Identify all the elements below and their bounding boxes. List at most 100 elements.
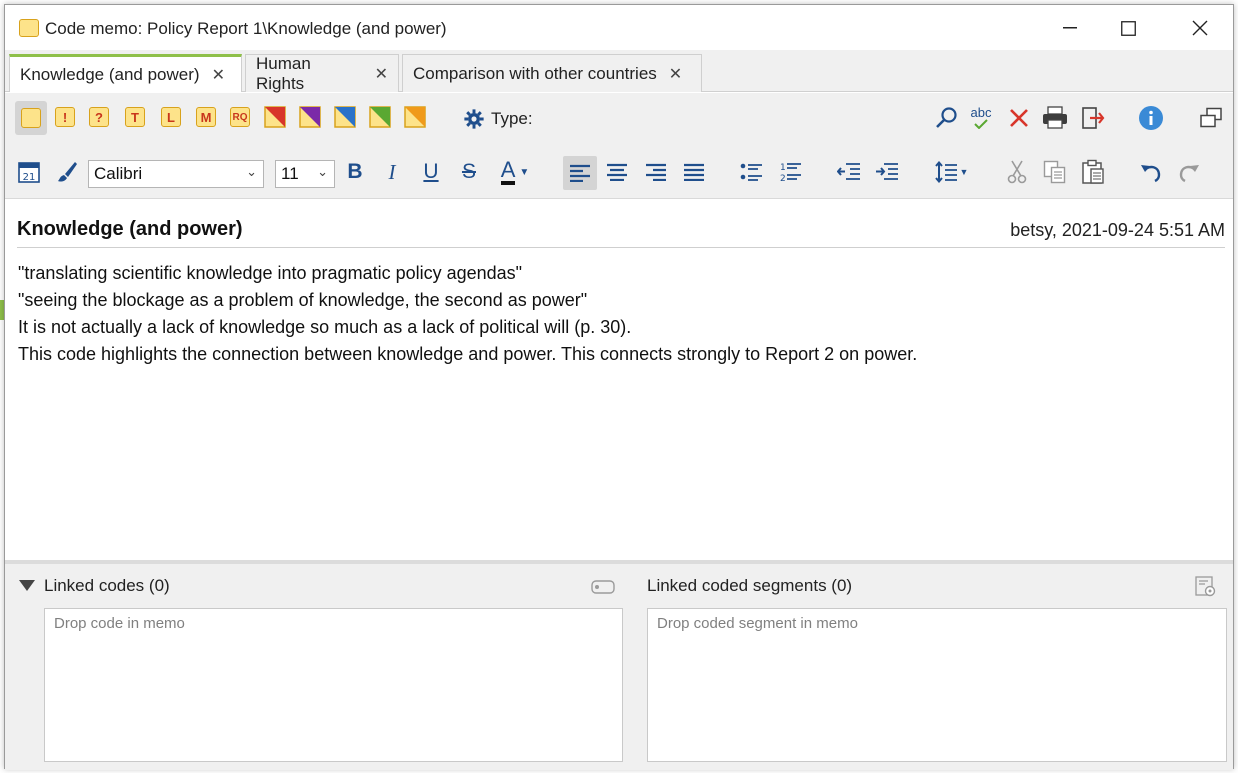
redo-icon: [1179, 165, 1199, 183]
linked-segments-placeholder: Drop coded segment in memo: [657, 615, 858, 632]
code-memo-window: Code memo: Policy Report 1\Knowledge (an…: [4, 4, 1234, 770]
strikethrough-button[interactable]: S: [455, 158, 483, 186]
chevron-down-icon: ▼: [959, 167, 969, 177]
blue-triangle-memo-icon: [334, 106, 356, 128]
cut-button[interactable]: [1003, 158, 1031, 186]
memo-editor[interactable]: Knowledge (and power) betsy, 2021-09-24 …: [5, 200, 1233, 560]
scissors-icon: [1007, 160, 1027, 184]
memo-type-toolbar: ! ? T L M RQ Type: abc: [5, 93, 1233, 145]
search-icon: [936, 107, 957, 128]
search-button[interactable]: [933, 104, 961, 132]
tab-close-icon[interactable]: ✕: [212, 65, 225, 85]
minimize-icon: [1063, 27, 1077, 29]
linked-segments-dropzone[interactable]: Drop coded segment in memo: [647, 608, 1227, 762]
memo-type-literature-button[interactable]: L: [158, 104, 184, 130]
bold-button[interactable]: B: [341, 158, 369, 186]
clipboard-icon: [1082, 159, 1104, 184]
align-left-button[interactable]: [563, 156, 597, 190]
align-center-button[interactable]: [603, 158, 631, 186]
title-divider: [17, 247, 1225, 248]
delete-icon: [1010, 109, 1028, 127]
tab-close-icon[interactable]: ✕: [375, 64, 388, 84]
undo-button[interactable]: [1137, 158, 1165, 186]
type-label: Type:: [491, 109, 533, 128]
font-size-value: 11: [281, 164, 299, 183]
tab-label: Knowledge (and power): [20, 64, 200, 84]
memo-type-green-button[interactable]: [367, 104, 393, 130]
memo-type-purple-button[interactable]: [297, 104, 323, 130]
linked-codes-dropzone[interactable]: Drop code in memo: [44, 608, 623, 762]
undo-icon: [1141, 165, 1161, 183]
justify-button[interactable]: [680, 158, 708, 186]
minimize-button[interactable]: [1047, 13, 1093, 43]
memo-type-orange-button[interactable]: [402, 104, 428, 130]
memo-type-exclamation-button[interactable]: !: [52, 104, 78, 130]
title-bar: Code memo: Policy Report 1\Knowledge (an…: [5, 5, 1233, 50]
print-button[interactable]: [1041, 104, 1069, 132]
question-memo-icon: ?: [89, 107, 109, 127]
font-color-button[interactable]: A ▼: [495, 158, 535, 186]
tab-comparison-with-other-countries[interactable]: Comparison with other countries ✕: [402, 54, 702, 92]
maximize-icon: [1120, 20, 1136, 36]
link-segment-button[interactable]: [1193, 576, 1219, 598]
segment-settings-icon: [1195, 576, 1216, 597]
undock-button[interactable]: [1197, 104, 1225, 132]
line-spacing-button[interactable]: ▼: [931, 158, 971, 186]
close-window-button[interactable]: [1177, 13, 1223, 43]
export-icon: [1082, 107, 1105, 129]
standard-memo-icon: [21, 108, 41, 128]
collapse-triangle-icon[interactable]: [19, 580, 35, 592]
insert-date-button[interactable]: 21: [15, 158, 43, 186]
align-left-icon: [570, 164, 590, 182]
italic-button[interactable]: I: [378, 158, 406, 186]
memo-type-question-button[interactable]: ?: [86, 104, 112, 130]
memo-type-standard-button[interactable]: [15, 101, 47, 135]
type-selector[interactable]: Type:: [463, 108, 533, 130]
exclamation-memo-icon: !: [55, 107, 75, 127]
outdent-icon: [837, 163, 860, 180]
bullet-list-icon: [740, 163, 762, 181]
link-code-button[interactable]: [590, 576, 616, 598]
font-family-select[interactable]: Calibri ⌄: [88, 160, 264, 188]
memo-line: It is not actually a lack of knowledge s…: [18, 317, 632, 337]
linked-codes-placeholder: Drop code in memo: [54, 615, 185, 632]
green-triangle-memo-icon: [369, 106, 391, 128]
underline-button[interactable]: U: [417, 158, 445, 186]
tab-close-icon[interactable]: ✕: [669, 64, 682, 84]
brush-icon: [58, 162, 77, 182]
format-toolbar: 21 Calibri ⌄ 11 ⌄ B I U S A ▼ 1 2 ▼: [5, 145, 1233, 199]
bullet-list-button[interactable]: [738, 158, 766, 186]
font-size-select[interactable]: 11 ⌄: [275, 160, 335, 188]
memo-type-red-button[interactable]: [262, 104, 288, 130]
memo-type-method-button[interactable]: M: [193, 104, 219, 130]
paste-button[interactable]: [1079, 158, 1107, 186]
spellcheck-icon: abc: [970, 105, 992, 120]
maximize-button[interactable]: [1105, 13, 1151, 43]
copy-button[interactable]: [1041, 158, 1069, 186]
memo-type-research-question-button[interactable]: RQ: [227, 104, 253, 130]
align-center-icon: [607, 163, 627, 181]
calendar-icon: 21: [18, 162, 40, 183]
info-button[interactable]: [1137, 104, 1165, 132]
memo-type-theory-button[interactable]: T: [122, 104, 148, 130]
tab-human-rights[interactable]: Human Rights ✕: [245, 54, 399, 93]
redo-button[interactable]: [1175, 158, 1203, 186]
theory-memo-icon: T: [125, 107, 145, 127]
undock-icon: [1200, 107, 1222, 128]
memo-type-blue-button[interactable]: [332, 104, 358, 130]
decrease-indent-button[interactable]: [835, 158, 863, 186]
increase-indent-button[interactable]: [873, 158, 901, 186]
tab-knowledge-and-power[interactable]: Knowledge (and power) ✕: [9, 54, 242, 92]
linked-segments-title: Linked coded segments (0): [647, 576, 853, 595]
line-spacing-icon: [934, 161, 957, 183]
delete-memo-button[interactable]: [1005, 104, 1033, 132]
format-painter-button[interactable]: [53, 158, 81, 186]
memo-text[interactable]: "translating scientific knowledge into p…: [18, 260, 917, 368]
numbered-list-button[interactable]: 12: [777, 158, 805, 186]
copy-icon: [1043, 160, 1066, 184]
method-memo-icon: M: [196, 107, 216, 127]
align-right-icon: [646, 163, 666, 181]
align-right-button[interactable]: [642, 158, 670, 186]
spellcheck-button[interactable]: abc: [967, 104, 995, 132]
export-button[interactable]: [1079, 104, 1107, 132]
